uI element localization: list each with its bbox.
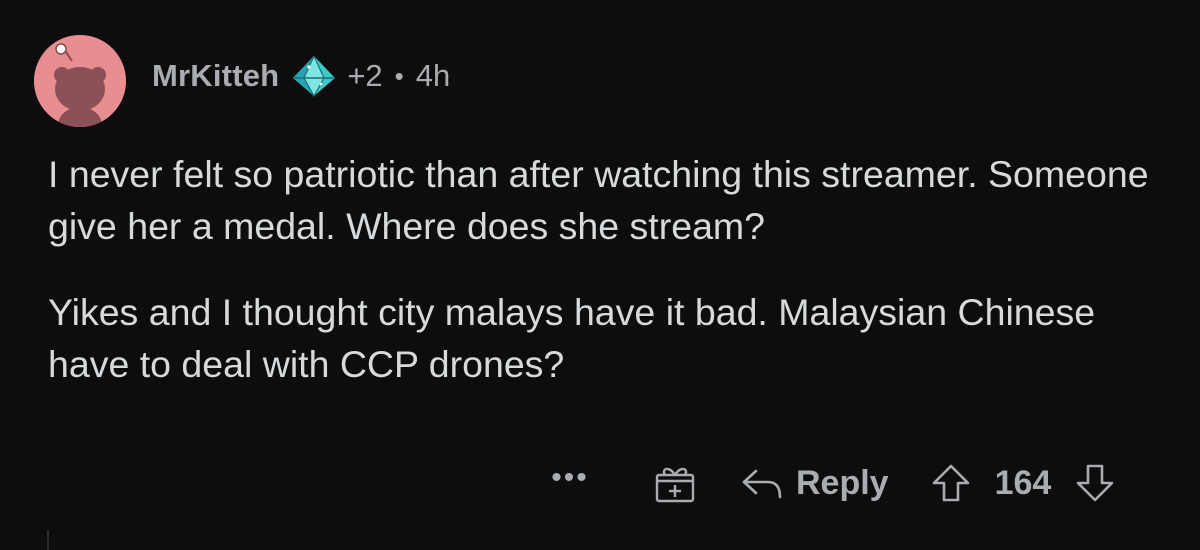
- diamond-award-icon[interactable]: [291, 54, 337, 98]
- reply-arrow-icon: [742, 469, 782, 499]
- upvote-icon[interactable]: [931, 463, 971, 503]
- comment-paragraph: Yikes and I thought city malays have it …: [48, 291, 1096, 385]
- meta-separator: •: [394, 60, 404, 91]
- downvote-icon[interactable]: [1075, 463, 1115, 503]
- username[interactable]: MrKitteh: [152, 58, 279, 94]
- award-count: +2: [347, 58, 383, 93]
- thread-line[interactable]: [47, 530, 49, 550]
- gift-icon[interactable]: [652, 460, 698, 506]
- snoo-avatar-icon: [34, 35, 126, 127]
- comment-header: MrKitteh +2 • 4h: [152, 52, 450, 100]
- comment-body: I never felt so patriotic than after wat…: [48, 148, 1168, 424]
- vote-count: 164: [994, 463, 1052, 502]
- comment-actions: ••• Reply 164: [540, 455, 1115, 511]
- comment: MrKitteh +2 • 4h I never felt so patriot…: [0, 0, 1200, 550]
- comment-paragraph: I never felt so patriotic than after wat…: [48, 153, 1149, 247]
- reply-label: Reply: [796, 463, 889, 502]
- more-options-button[interactable]: •••: [540, 463, 600, 493]
- avatar[interactable]: [34, 35, 126, 127]
- reply-button[interactable]: Reply: [740, 464, 889, 503]
- timestamp: 4h: [415, 58, 451, 93]
